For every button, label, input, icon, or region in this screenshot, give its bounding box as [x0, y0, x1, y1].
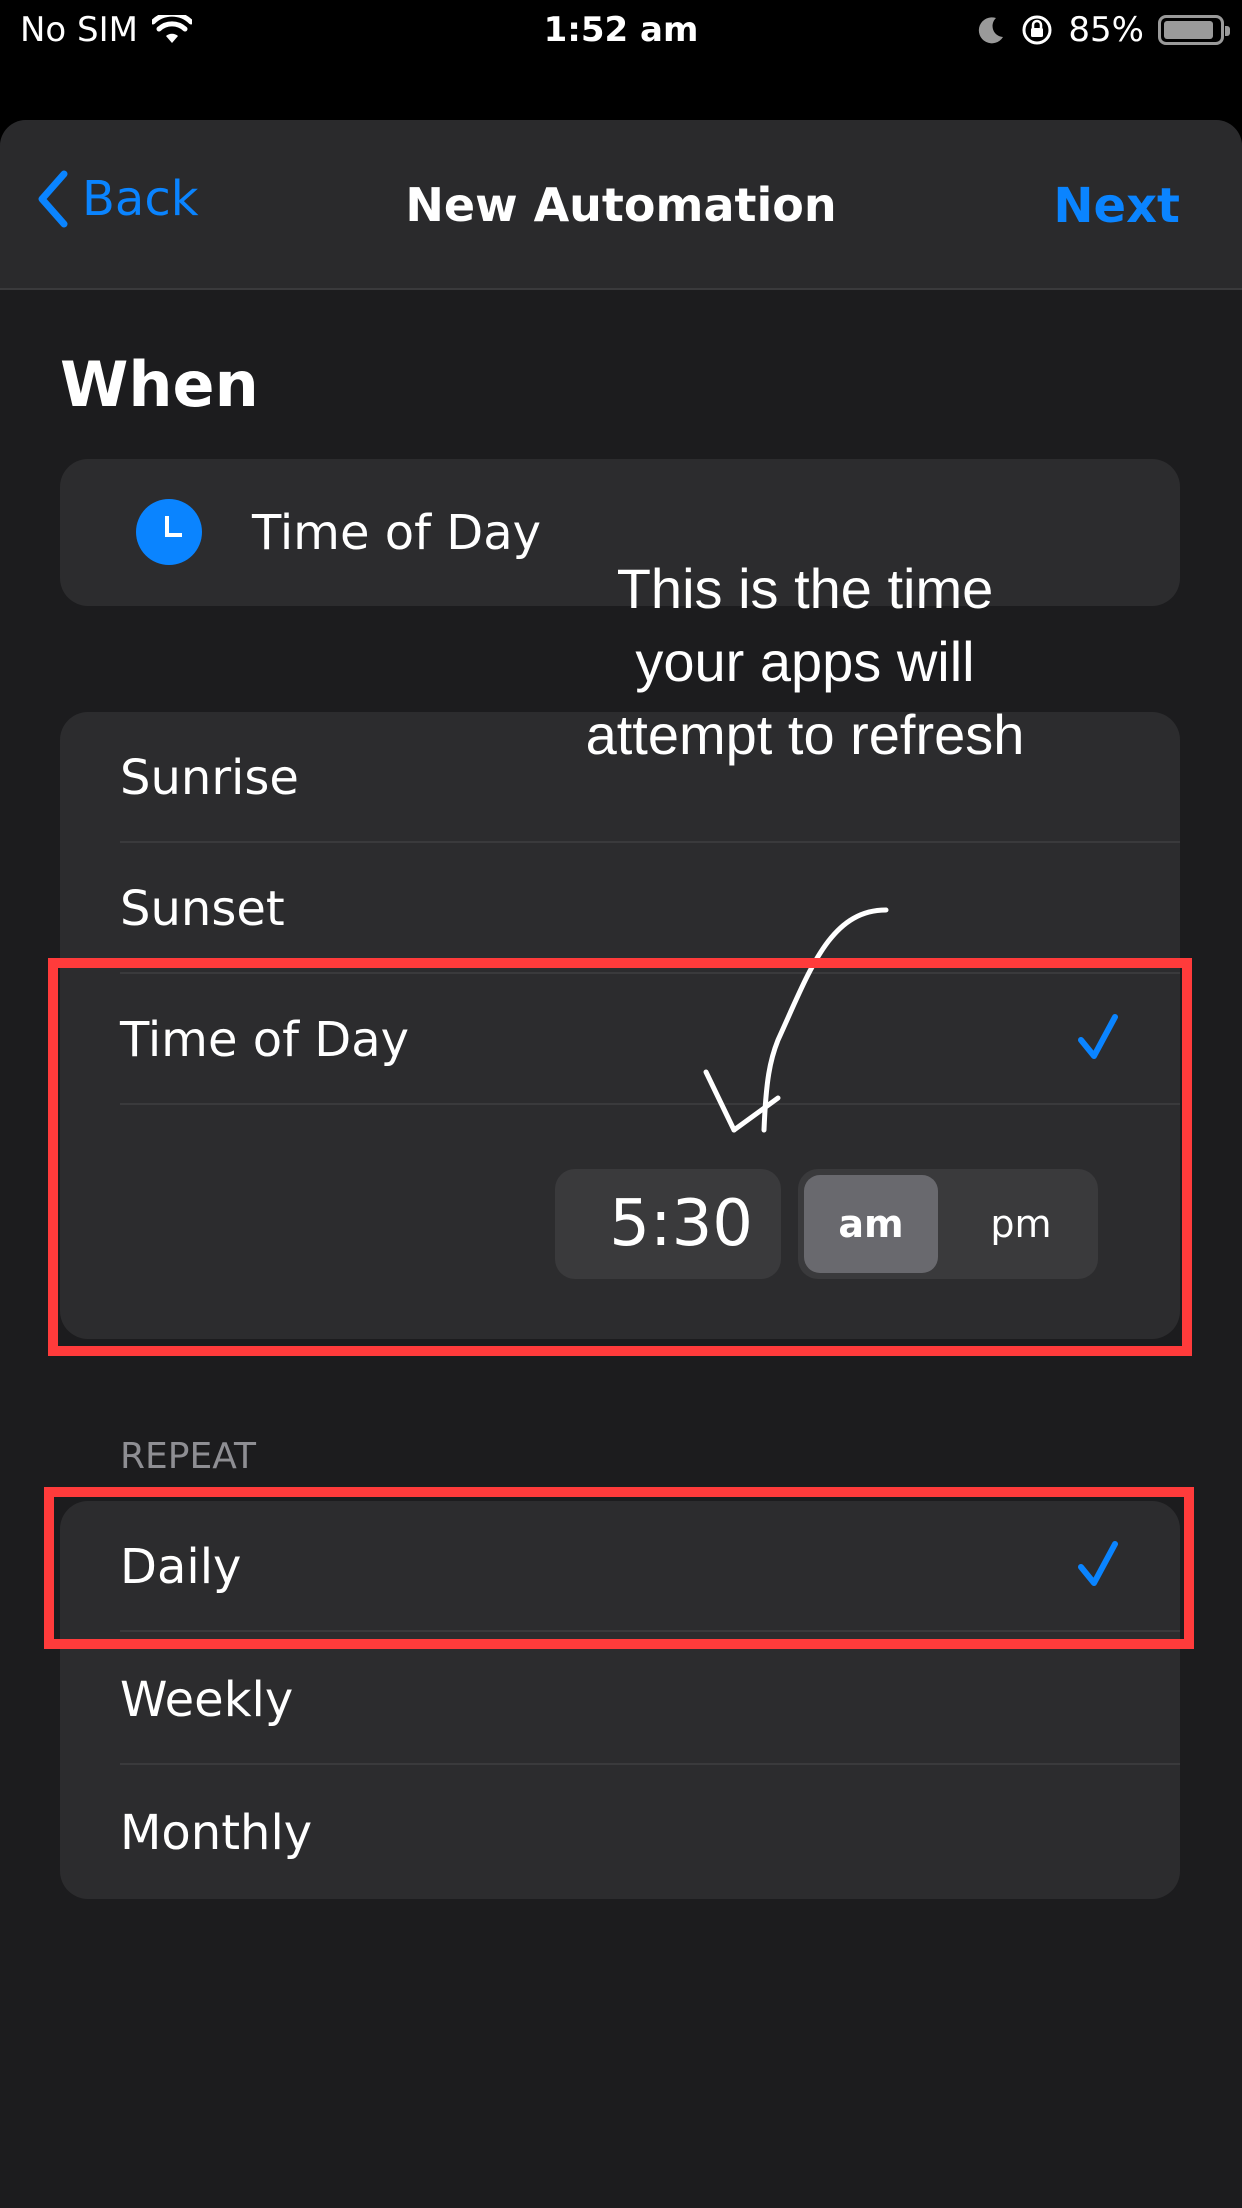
- trigger-label: Time of Day: [252, 505, 542, 561]
- option-sunset[interactable]: Sunset: [120, 843, 1180, 974]
- option-label: Sunrise: [120, 750, 299, 806]
- next-button[interactable]: Next: [1053, 178, 1180, 234]
- nav-bar: Back New Automation Next: [0, 120, 1242, 290]
- option-label: Sunset: [120, 881, 285, 937]
- annotation-line: your apps will: [635, 630, 975, 693]
- highlight-box-time: [48, 958, 1192, 1356]
- when-heading: When: [60, 348, 259, 421]
- highlight-box-daily: [44, 1487, 1194, 1649]
- repeat-weekly[interactable]: Weekly: [120, 1634, 1180, 1765]
- annotation-text: This is the time your apps will attempt …: [520, 552, 1090, 771]
- battery-percent: 85%: [1068, 10, 1144, 50]
- repeat-label: Weekly: [120, 1672, 294, 1728]
- clock-icon: [136, 499, 202, 565]
- moon-icon: [979, 17, 1004, 44]
- annotation-line: This is the time: [616, 557, 994, 620]
- repeat-header: REPEAT: [120, 1436, 257, 1477]
- repeat-label: Monthly: [120, 1805, 313, 1861]
- divider: [120, 1763, 1180, 1765]
- repeat-monthly[interactable]: Monthly: [120, 1767, 1180, 1898]
- annotation-line: attempt to refresh: [585, 703, 1025, 766]
- rotation-lock-icon: [1022, 15, 1052, 45]
- status-right: 85%: [976, 10, 1230, 50]
- status-bar: No SIM 1:52 am 85%: [0, 0, 1242, 64]
- battery-icon: [1158, 15, 1230, 45]
